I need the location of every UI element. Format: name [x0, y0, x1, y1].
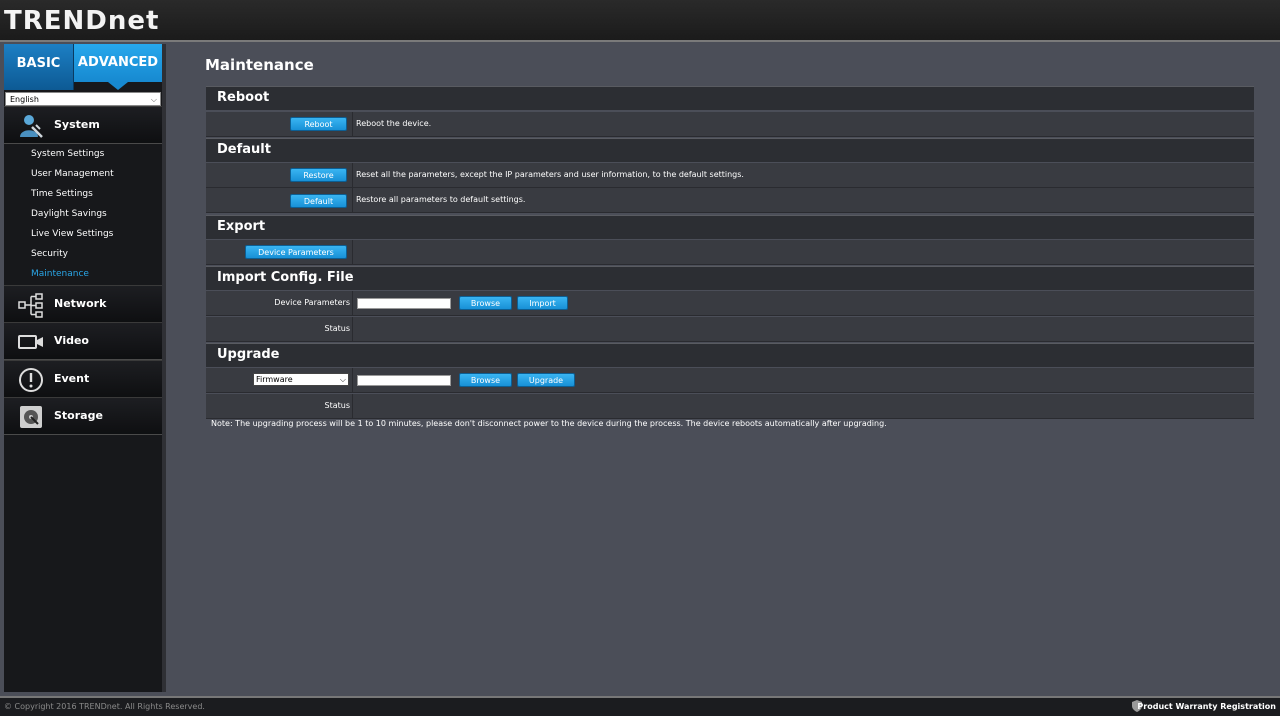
section-header-export: Export [206, 215, 1254, 239]
system-admin-icon [20, 115, 43, 138]
sidebar-item-event[interactable]: Event [4, 360, 162, 398]
sidebar-item-maintenance[interactable]: Maintenance [31, 264, 89, 284]
row-upgrade-status: Status [206, 394, 1254, 419]
import-device-parameters-label: Device Parameters [274, 298, 350, 307]
storage-disk-icon [20, 406, 42, 428]
row-import-file: Device Parameters Browse Import [206, 291, 1254, 316]
sidebar-item-storage[interactable]: Storage [4, 397, 162, 435]
active-tab-pointer [108, 82, 128, 90]
row-upgrade-file: Firmware ⌵ Browse Upgrade [206, 368, 1254, 393]
chevron-down-icon: ⌵ [150, 95, 157, 104]
product-warranty-registration-link[interactable]: Product Warranty Registration [1137, 702, 1276, 711]
trendnet-logo: TRENDnet [4, 6, 160, 36]
sidebar-item-daylight-savings[interactable]: Daylight Savings [31, 204, 107, 224]
network-icon [18, 293, 43, 318]
upgrade-note: Note: The upgrading process will be 1 to… [211, 419, 887, 428]
reboot-button[interactable]: Reboot [290, 117, 347, 131]
top-header-bar: TRENDnet [0, 0, 1280, 42]
section-header-import: Import Config. File [206, 266, 1254, 290]
sidebar-item-time-settings[interactable]: Time Settings [31, 184, 93, 204]
left-sidebar: BASIC ADVANCED English ⌵ System System S… [4, 44, 163, 692]
sidebar-item-video[interactable]: Video [4, 322, 162, 360]
sidebar-item-user-management[interactable]: User Management [31, 164, 114, 184]
sidebar-item-system-settings[interactable]: System Settings [31, 144, 104, 164]
tab-advanced[interactable]: ADVANCED [74, 44, 162, 82]
row-default: Default Restore all parameters to defaul… [206, 188, 1254, 213]
default-description: Restore all parameters to default settin… [356, 195, 526, 204]
sidebar-item-network[interactable]: Network [4, 285, 162, 323]
upgrade-file-field[interactable] [357, 375, 451, 386]
sidebar-item-system[interactable]: System [4, 106, 162, 144]
default-button[interactable]: Default [290, 194, 347, 208]
reboot-description: Reboot the device. [356, 119, 432, 128]
section-header-default: Default [206, 138, 1254, 162]
sidebar-item-label: Video [54, 334, 89, 347]
restore-description: Reset all the parameters, except the IP … [356, 170, 744, 179]
import-button[interactable]: Import [517, 296, 568, 310]
upgrade-status-label: Status [324, 401, 351, 410]
sidebar-item-live-view-settings[interactable]: Live View Settings [31, 224, 113, 244]
upgrade-button[interactable]: Upgrade [517, 373, 575, 387]
upgrade-type-select[interactable]: Firmware ⌵ [253, 373, 349, 386]
sidebar-item-label: Storage [54, 409, 103, 422]
upgrade-browse-button[interactable]: Browse [459, 373, 512, 387]
tab-basic[interactable]: BASIC [4, 44, 74, 90]
video-camera-icon [18, 335, 43, 349]
footer: © Copyright 2016 TRENDnet. All Rights Re… [0, 696, 1280, 716]
sidebar-divider [162, 44, 166, 692]
import-status-label: Status [324, 324, 351, 333]
row-export: Device Parameters [206, 240, 1254, 265]
language-select-value: English [10, 95, 39, 104]
copyright-text: © Copyright 2016 TRENDnet. All Rights Re… [4, 702, 205, 711]
row-reboot: Reboot Reboot the device. [206, 112, 1254, 137]
sidebar-item-security[interactable]: Security [31, 244, 68, 264]
sidebar-item-label: System [54, 118, 100, 131]
language-select[interactable]: English ⌵ [5, 92, 161, 106]
sidebar-item-label: Event [54, 372, 90, 385]
section-header-upgrade: Upgrade [206, 343, 1254, 367]
chevron-down-icon: ⌵ [339, 375, 346, 384]
row-restore: Restore Reset all the parameters, except… [206, 163, 1254, 188]
row-import-status: Status [206, 317, 1254, 342]
import-browse-button[interactable]: Browse [459, 296, 512, 310]
import-file-field[interactable] [357, 298, 451, 309]
page-title: Maintenance [205, 56, 314, 74]
mode-tabs: BASIC ADVANCED [4, 44, 162, 90]
section-header-reboot: Reboot [206, 86, 1254, 110]
upgrade-type-value: Firmware [256, 375, 293, 384]
sidebar-item-label: Network [54, 297, 107, 310]
alert-icon [19, 368, 43, 392]
export-device-parameters-button[interactable]: Device Parameters [245, 245, 347, 259]
restore-button[interactable]: Restore [290, 168, 347, 182]
